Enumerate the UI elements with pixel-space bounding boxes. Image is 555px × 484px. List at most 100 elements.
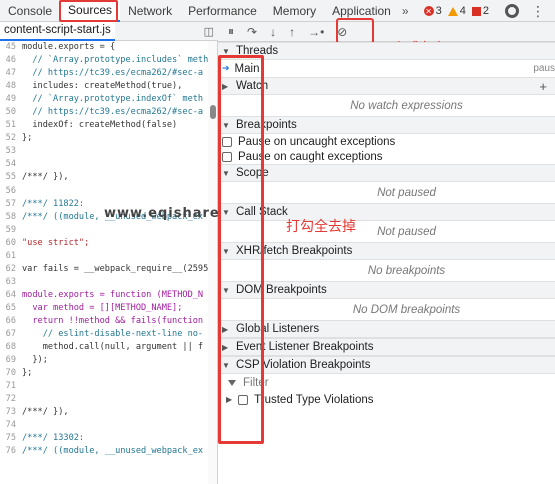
code-line[interactable]: 51 indexOf: createMethod(false) (0, 119, 208, 132)
trusted-type-checkbox[interactable] (238, 394, 249, 405)
pause-uncaught-row[interactable]: Pause on uncaught exceptions (218, 134, 555, 149)
watch-header[interactable]: ▶ Watch + (218, 77, 555, 95)
line-number[interactable]: 62 (0, 263, 22, 276)
pause-caught-checkbox[interactable] (222, 151, 232, 162)
code-line[interactable]: 53 (0, 145, 208, 158)
pause-icon[interactable]: ⏸ (228, 24, 234, 39)
deactivate-breakpoints-icon[interactable]: ⊘ (337, 25, 347, 39)
line-number[interactable]: 72 (0, 393, 22, 406)
scrollbar-thumb[interactable] (210, 105, 216, 119)
thread-main[interactable]: ➔ Main paus (218, 60, 555, 77)
line-number[interactable]: 63 (0, 276, 22, 289)
code-line[interactable]: 47 // https://tc39.es/ecma262/#sec-a (0, 67, 208, 80)
code-line[interactable]: 73/***/ }), (0, 406, 208, 419)
line-number[interactable]: 58 (0, 211, 22, 224)
step-icon[interactable]: →• (308, 25, 324, 39)
tab-sources[interactable]: Sources (60, 0, 121, 22)
line-number[interactable]: 56 (0, 185, 22, 198)
line-number[interactable]: 61 (0, 250, 22, 263)
pause-uncaught-checkbox[interactable] (222, 136, 232, 147)
line-number[interactable]: 48 (0, 80, 22, 93)
tab-performance[interactable]: Performance (180, 0, 265, 22)
code-line[interactable]: 68 method.call(null, argument || f (0, 341, 208, 354)
line-number[interactable]: 65 (0, 302, 22, 315)
expand-icon[interactable]: ▶ (226, 395, 232, 404)
code-line[interactable]: 48 includes: createMethod(true), (0, 80, 208, 93)
line-number[interactable]: 71 (0, 380, 22, 393)
code-line[interactable]: 52}; (0, 132, 208, 145)
xhr-header[interactable]: ▼ XHR/fetch Breakpoints (218, 242, 555, 260)
line-number[interactable]: 66 (0, 315, 22, 328)
code-line[interactable]: 71 (0, 380, 208, 393)
code-line[interactable]: 65 var method = [][METHOD_NAME]; (0, 302, 208, 315)
line-number[interactable]: 59 (0, 224, 22, 237)
code-line[interactable]: 45 module.exports = { (0, 41, 208, 54)
tab-application[interactable]: Application (324, 0, 399, 22)
scope-header[interactable]: ▼ Scope (218, 164, 555, 182)
code-line[interactable]: 76/***/ ((module, __unused_webpack_ex (0, 445, 208, 458)
code-editor[interactable]: 45 module.exports = {46 // `Array.prototy… (0, 41, 208, 484)
code-line[interactable]: 61 (0, 250, 208, 263)
step-over-icon[interactable]: ↷ (247, 25, 257, 39)
code-line[interactable]: 62 var fails = __webpack_require__(2595 (0, 263, 208, 276)
pause-caught-row[interactable]: Pause on caught exceptions (218, 149, 555, 164)
gear-icon[interactable] (505, 4, 519, 18)
toggle-sidebar-icon[interactable]: ◫ (204, 25, 214, 38)
code-line[interactable]: 50 // https://tc39.es/ecma262/#sec-a (0, 106, 208, 119)
dom-header[interactable]: ▼ DOM Breakpoints (218, 281, 555, 299)
line-number[interactable]: 54 (0, 158, 22, 171)
warning-count[interactable]: 4 (447, 5, 466, 17)
code-line[interactable]: 66 return !!method && fails(function (0, 315, 208, 328)
code-line[interactable]: 59 (0, 224, 208, 237)
line-number[interactable]: 70 (0, 367, 22, 380)
line-number[interactable]: 51 (0, 119, 22, 132)
issue-count[interactable]: 2 (471, 5, 489, 17)
add-watch-icon[interactable]: + (539, 79, 547, 94)
editor-scrollbar[interactable] (208, 41, 218, 484)
code-line[interactable]: 69 }); (0, 354, 208, 367)
line-number[interactable]: 55 (0, 171, 22, 184)
line-number[interactable]: 76 (0, 445, 22, 458)
tab-console[interactable]: Console (0, 0, 60, 22)
line-number[interactable]: 60 (0, 237, 22, 250)
line-number[interactable]: 50 (0, 106, 22, 119)
line-number[interactable]: 45 (0, 41, 22, 54)
event-listener-header[interactable]: ▶ Event Listener Breakpoints (218, 338, 555, 356)
error-count[interactable]: ✕ 3 (423, 5, 442, 17)
code-line[interactable]: 72 (0, 393, 208, 406)
line-number[interactable]: 67 (0, 328, 22, 341)
file-tab[interactable]: content-script-start.js (0, 21, 115, 41)
tab-memory[interactable]: Memory (265, 0, 324, 22)
line-number[interactable]: 68 (0, 341, 22, 354)
global-listeners-header[interactable]: ▶ Global Listeners (218, 320, 555, 338)
line-number[interactable]: 52 (0, 132, 22, 145)
more-tabs-icon[interactable]: » (399, 4, 412, 18)
code-line[interactable]: 56 (0, 185, 208, 198)
code-line[interactable]: 55/***/ }), (0, 171, 208, 184)
threads-header[interactable]: ▼ Threads (218, 42, 555, 60)
line-number[interactable]: 53 (0, 145, 22, 158)
line-number[interactable]: 57 (0, 198, 22, 211)
line-number[interactable]: 47 (0, 67, 22, 80)
kebab-menu-icon[interactable]: ⋮ (531, 3, 545, 20)
line-number[interactable]: 74 (0, 419, 22, 432)
tab-network[interactable]: Network (120, 0, 180, 22)
code-line[interactable]: 49 // `Array.prototype.indexOf` meth (0, 93, 208, 106)
code-line[interactable]: 46 // `Array.prototype.includes` meth (0, 54, 208, 67)
breakpoints-header[interactable]: ▼ Breakpoints (218, 116, 555, 134)
line-number[interactable]: 46 (0, 54, 22, 67)
code-line[interactable]: 70}; (0, 367, 208, 380)
csp-header[interactable]: ▼ CSP Violation Breakpoints (218, 356, 555, 374)
step-out-icon[interactable]: ↑ (289, 25, 295, 39)
line-number[interactable]: 75 (0, 432, 22, 445)
code-line[interactable]: 74 (0, 419, 208, 432)
call-stack-header[interactable]: ▼ Call Stack (218, 203, 555, 221)
line-number[interactable]: 64 (0, 289, 22, 302)
filter-input[interactable]: Filter (218, 374, 555, 392)
code-line[interactable]: 63 (0, 276, 208, 289)
code-line[interactable]: 67 // eslint-disable-next-line no- (0, 328, 208, 341)
code-line[interactable]: 75/***/ 13302: (0, 432, 208, 445)
step-into-icon[interactable]: ↓ (270, 25, 276, 39)
code-line[interactable]: 60 "use strict"; (0, 237, 208, 250)
line-number[interactable]: 69 (0, 354, 22, 367)
